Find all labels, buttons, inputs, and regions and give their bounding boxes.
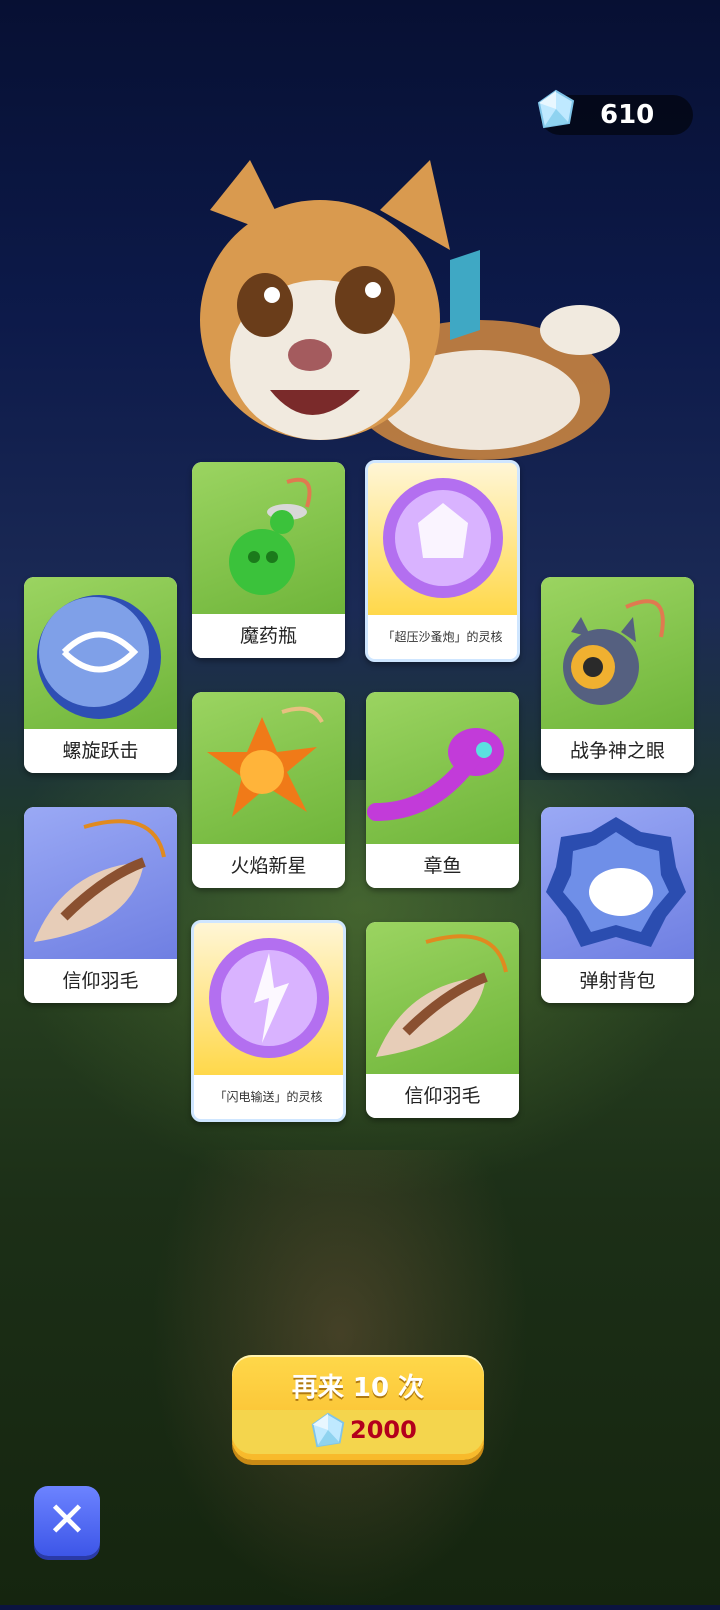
card-name: 章鱼: [366, 844, 519, 888]
draw-again-label: 再来 10 次: [291, 1373, 425, 1403]
draw-cost: 2000: [232, 1410, 484, 1454]
gem-balance: 610: [537, 89, 693, 135]
card-name: 魔药瓶: [192, 614, 345, 658]
draw-cost-value: 2000: [350, 1416, 417, 1444]
feather-icon: [376, 934, 508, 1057]
reward-card[interactable]: 魔药瓶: [192, 462, 345, 658]
reward-card[interactable]: 火焰新星: [192, 692, 345, 888]
war-eye-icon: [563, 599, 665, 705]
reward-card[interactable]: 「闪电输送」的灵核: [191, 920, 346, 1122]
card-name: 信仰羽毛: [366, 1074, 519, 1118]
bounce-backpack-icon: [546, 817, 686, 947]
reward-card[interactable]: 信仰羽毛: [366, 922, 519, 1118]
crystal-gem-icon: [311, 1412, 345, 1448]
card-name: 「超压沙蚤炮」的灵核: [368, 615, 517, 659]
close-x-icon: ✕: [46, 1492, 88, 1548]
reward-card[interactable]: 战争神之眼: [541, 577, 694, 773]
card-name: 「闪电输送」的灵核: [194, 1075, 343, 1119]
reward-card[interactable]: 信仰羽毛: [24, 807, 177, 1003]
spiral-orb-icon: [37, 595, 161, 719]
draw-again-button[interactable]: 再来 10 次 2000: [232, 1355, 484, 1460]
card-name: 信仰羽毛: [24, 959, 177, 1003]
crystal-gem-icon: [537, 89, 575, 129]
purple-core-orb-icon: [383, 478, 503, 598]
reward-card[interactable]: 章鱼: [366, 692, 519, 888]
card-name: 螺旋跃击: [24, 729, 177, 773]
reward-card[interactable]: 「超压沙蚤炮」的灵核: [365, 460, 520, 662]
corgi-mascot: [200, 160, 620, 460]
lightning-core-orb-icon: [209, 938, 329, 1058]
reward-card[interactable]: 弹射背包: [541, 807, 694, 1003]
gem-amount: 610: [600, 100, 655, 130]
card-name: 弹射背包: [541, 959, 694, 1003]
potion-bottle-icon: [229, 477, 312, 595]
card-name: 火焰新星: [192, 844, 345, 888]
card-name: 战争神之眼: [541, 729, 694, 773]
feather-icon: [34, 819, 166, 942]
flame-star-icon: [207, 706, 324, 817]
reward-card[interactable]: 螺旋跃击: [24, 577, 177, 773]
octopus-icon: [367, 728, 504, 821]
close-button[interactable]: ✕: [34, 1486, 100, 1556]
